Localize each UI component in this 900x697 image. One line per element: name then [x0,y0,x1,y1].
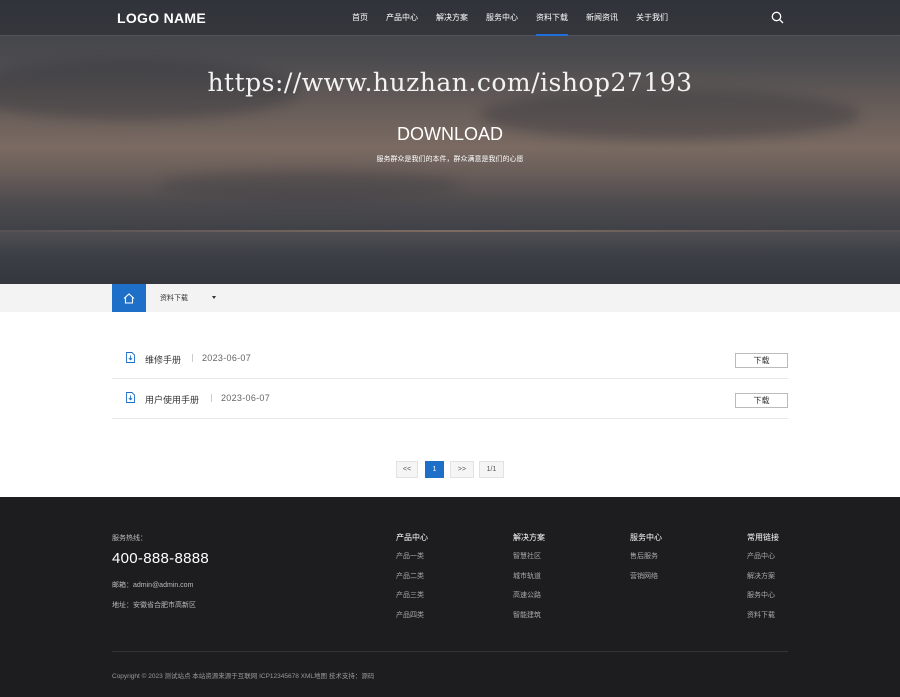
nav-item-downloads[interactable]: 资料下载 [527,0,577,36]
breadcrumb: 资料下载 [0,284,900,312]
pager-next-button[interactable]: >> [450,461,474,478]
footer-link[interactable]: 智能建筑 [513,611,545,631]
divider [211,394,212,402]
footer-link[interactable]: 产品三类 [396,591,428,611]
watermark-text: https://www.huzhan.com/ishop27193 [207,68,693,97]
home-button[interactable] [112,284,146,312]
download-button[interactable]: 下载 [735,353,788,368]
footer-col-links: 常用链接 产品中心 解决方案 服务中心 资料下载 [747,532,779,630]
footer-link[interactable]: 城市轨道 [513,572,545,592]
sea-background [0,232,900,284]
footer-link[interactable]: 售后服务 [630,552,662,572]
nav-item-news[interactable]: 新闻资讯 [577,0,627,36]
footer-col-title: 解决方案 [513,533,545,542]
divider [192,354,193,362]
download-date: 2023-06-07 [202,353,252,363]
footer-link[interactable]: 产品二类 [396,572,428,592]
download-row: 用户使用手册 2023-06-07 下载 [112,377,788,419]
footer-link[interactable]: 产品中心 [747,552,779,572]
hero-banner: LOGO NAME 首页 产品中心 解决方案 服务中心 资料下载 新闻资讯 关于… [0,0,900,284]
download-date: 2023-06-07 [221,393,271,403]
pager-info: 1/1 [479,461,504,478]
breadcrumb-current[interactable]: 资料下载 [160,293,188,303]
footer-link[interactable]: 产品一类 [396,552,428,572]
nav-item-products[interactable]: 产品中心 [377,0,427,36]
footer-link[interactable]: 资料下载 [747,611,779,631]
top-navbar: LOGO NAME 首页 产品中心 解决方案 服务中心 资料下载 新闻资讯 关于… [0,0,900,36]
footer-divider [112,651,788,652]
pager-current-page[interactable]: 1 [425,461,444,478]
download-row: 维修手册 2023-06-07 下载 [112,337,788,379]
nav-item-solutions[interactable]: 解决方案 [427,0,477,36]
footer-col-title: 产品中心 [396,533,428,542]
caret-down-icon[interactable] [212,296,216,299]
main-menu: 首页 产品中心 解决方案 服务中心 资料下载 新闻资讯 关于我们 [343,0,677,36]
footer-link[interactable]: 高速公路 [513,591,545,611]
file-icon [126,392,135,403]
site-footer: 服务热线： 400-888-8888 邮箱：admin@admin.com 地址… [0,497,900,697]
footer-link[interactable]: 产品四类 [396,611,428,631]
footer-link[interactable]: 解决方案 [747,572,779,592]
search-icon[interactable] [771,11,784,24]
footer-email: 邮箱：admin@admin.com [112,582,194,589]
footer-col-products: 产品中心 产品一类 产品二类 产品三类 产品四类 [396,532,428,630]
copyright-text: Copyright © 2023 测试站点 本站资源来源于互联网 ICP1234… [112,673,375,680]
footer-link[interactable]: 营销网络 [630,572,662,592]
site-logo[interactable]: LOGO NAME [117,10,206,26]
footer-col-title: 服务中心 [630,533,662,542]
file-icon [126,352,135,363]
nav-item-home[interactable]: 首页 [343,0,377,36]
nav-item-about[interactable]: 关于我们 [627,0,677,36]
footer-col-service: 服务中心 售后服务 营销网络 [630,532,662,591]
download-name[interactable]: 用户使用手册 [145,393,199,406]
nav-item-service[interactable]: 服务中心 [477,0,527,36]
footer-col-title: 常用链接 [747,533,779,542]
footer-link[interactable]: 智慧社区 [513,552,545,572]
hero-subtitle: 服务群众是我们的本件，群众满意是我们的心愿 [376,156,524,163]
download-name[interactable]: 维修手册 [145,353,181,366]
hotline-phone: 400-888-8888 [112,550,210,567]
home-icon [123,292,135,304]
footer-link[interactable]: 服务中心 [747,591,779,611]
pager-prev-button[interactable]: << [396,461,418,478]
footer-address: 地址：安徽省合肥市高新区 [112,602,196,609]
hotline-label: 服务热线： [112,535,147,542]
download-button[interactable]: 下载 [735,393,788,408]
footer-col-solutions: 解决方案 智慧社区 城市轨道 高速公路 智能建筑 [513,532,545,630]
hero-title: DOWNLOAD [396,124,503,144]
